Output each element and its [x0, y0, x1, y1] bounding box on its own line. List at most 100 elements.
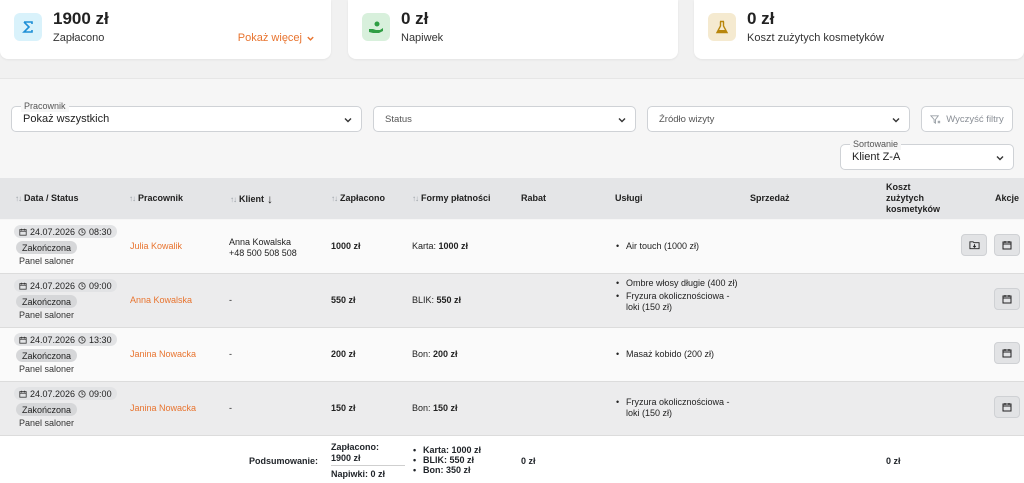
column-header-employee[interactable]: ↑↓ Pracownik — [129, 193, 183, 203]
calendar-icon — [1002, 295, 1012, 304]
calendar-button[interactable] — [994, 288, 1020, 310]
table-header: ↑↓ Data / Status ↑↓ Pracownik ↑↓ Klient ↓ ↑↓… — [0, 178, 1024, 219]
summary-payment-item: BLIK: 550 zł — [413, 455, 481, 465]
payment-method: Karta: 1000 zł — [412, 241, 469, 251]
clock-icon — [78, 335, 86, 344]
source-select-placeholder: Źródło wizyty — [659, 114, 715, 125]
paid-amount: 150 zł — [331, 403, 356, 413]
calendar-button[interactable] — [994, 234, 1020, 256]
invoice-button[interactable] — [961, 234, 987, 256]
date-time-badge: 24.07.2026 13:30 — [14, 333, 117, 346]
column-header-sale: Sprzedaż — [750, 193, 790, 203]
employee-select-legend: Pracownik — [21, 100, 69, 112]
calendar-icon — [19, 228, 27, 236]
summary-label: Podsumowanie: — [249, 456, 319, 466]
services-list: Ombre włosy długie (400 zł) Fryzura okol… — [616, 278, 744, 315]
folder-download-icon — [968, 241, 980, 250]
visit-source: Panel saloner — [19, 256, 75, 266]
sort-icon: ↑↓ — [230, 194, 237, 204]
client-info[interactable]: Anna Kowalska +48 500 508 508 — [229, 237, 297, 259]
payment-method: Bon: 200 zł — [412, 349, 458, 359]
show-more-label: Pokaż więcej — [237, 32, 302, 44]
filter-clear-icon — [930, 114, 941, 124]
summary-discount: 0 zł — [521, 456, 536, 466]
table-row: 24.07.2026 09:00 Zakończona Panel salone… — [0, 274, 1024, 328]
sort-icon: ↑↓ — [412, 193, 419, 203]
status-select[interactable]: Status — [373, 106, 636, 132]
column-header-date[interactable]: ↑↓ Data / Status — [15, 193, 79, 203]
status-badge: Zakończona — [16, 349, 78, 362]
column-header-paid[interactable]: ↑↓ Zapłacono — [331, 193, 385, 203]
column-header-services: Usługi — [615, 193, 643, 203]
chevron-down-icon — [344, 118, 352, 123]
sort-select-value: Klient Z-A — [852, 151, 901, 163]
column-header-client[interactable]: ↑↓ Klient ↓ — [230, 192, 273, 206]
calendar-icon — [19, 336, 27, 344]
employee-link[interactable]: Janina Nowacka — [130, 403, 196, 413]
sort-icon: ↑↓ — [331, 193, 338, 203]
client-name: Anna Kowalska — [229, 237, 292, 247]
clock-icon — [78, 389, 86, 398]
calendar-icon — [1002, 403, 1012, 412]
summary-tips: Napiwki: 0 zł — [331, 469, 386, 479]
employee-select[interactable]: Pracownik Pokaż wszystkich — [11, 100, 362, 132]
employee-link[interactable]: Janina Nowacka — [130, 349, 196, 359]
service-item: Ombre włosy długie (400 zł) — [616, 278, 744, 289]
summary-divider — [331, 465, 405, 466]
employee-select-value: Pokaż wszystkich — [23, 113, 110, 125]
summary-payments: Karta: 1000 zł BLIK: 550 zł Bon: 350 zł — [413, 445, 481, 475]
paid-amount: 550 zł — [331, 295, 356, 305]
status-badge: Zakończona — [16, 295, 78, 308]
services-list: Air touch (1000 zł) — [616, 241, 699, 254]
flask-icon — [708, 13, 736, 41]
visit-source: Panel saloner — [19, 310, 75, 320]
summary-paid: Zapłacono: 1900 zł — [331, 442, 380, 463]
column-header-actions: Akcje — [995, 193, 1020, 203]
paid-amount: 200 zł — [331, 349, 356, 359]
date-time-badge: 24.07.2026 08:30 — [14, 225, 117, 238]
payment-method: Bon: 150 zł — [412, 403, 458, 413]
client-phone: +48 500 508 508 — [229, 248, 297, 258]
employee-link[interactable]: Anna Kowalska — [130, 295, 192, 305]
tip-hand-icon — [362, 13, 390, 41]
paid-amount: 1000 zł — [331, 241, 361, 251]
source-select[interactable]: Źródło wizyty — [647, 106, 910, 132]
calendar-button[interactable] — [994, 396, 1020, 418]
calendar-button[interactable] — [994, 342, 1020, 364]
client-name: - — [229, 403, 232, 413]
table-row: 24.07.2026 08:30 Zakończona Panel salone… — [0, 220, 1024, 274]
summary-payment-item: Bon: 350 zł — [413, 465, 481, 475]
clock-icon — [78, 227, 86, 236]
summary-row: Podsumowanie: Zapłacono: 1900 zł Napiwki… — [0, 436, 1024, 483]
sort-descending-icon: ↓ — [267, 192, 274, 206]
calendar-icon — [1002, 349, 1012, 358]
status-badge: Zakończona — [16, 241, 78, 254]
sort-select-legend: Sortowanie — [850, 138, 902, 150]
table-row: 24.07.2026 09:00 Zakończona Panel salone… — [0, 382, 1024, 436]
calendar-icon — [19, 282, 27, 290]
clear-filters-button[interactable]: Wyczyść filtry — [921, 106, 1013, 132]
tip-amount: 0 zł — [401, 9, 429, 28]
cosmetics-cost-amount: 0 zł — [747, 9, 775, 28]
chevron-down-icon — [892, 118, 900, 123]
column-header-cost: Koszt zużytych kosmetyków — [886, 182, 941, 214]
payment-method: BLIK: 550 zł — [412, 295, 462, 305]
clock-icon — [78, 281, 86, 290]
sort-icon: ↑↓ — [129, 193, 136, 203]
cosmetics-cost-label: Koszt zużytych kosmetyków — [747, 32, 884, 44]
employee-link[interactable]: Julia Kowalik — [130, 241, 182, 251]
paid-label: Zapłacono — [53, 32, 105, 44]
show-more-button[interactable]: Pokaż więcej — [238, 32, 315, 44]
tip-card: 0 zł Napiwek — [348, 0, 678, 59]
paid-amount: 1900 zł — [53, 9, 109, 28]
column-header-discount: Rabat — [521, 193, 547, 203]
visit-source: Panel saloner — [19, 418, 75, 428]
chevron-down-icon — [996, 156, 1004, 161]
sigma-icon — [14, 13, 42, 41]
column-header-payment[interactable]: ↑↓ Formy płatności — [412, 193, 491, 203]
summary-cosmetics-cost: 0 zł — [886, 456, 901, 466]
paid-card: 1900 zł Zapłacono Pokaż więcej — [0, 0, 331, 59]
chevron-down-icon — [618, 118, 626, 123]
sort-select[interactable]: Sortowanie Klient Z-A — [840, 138, 1014, 170]
services-list: Fryzura okolicznościowa - loki (150 zł) — [616, 397, 744, 421]
